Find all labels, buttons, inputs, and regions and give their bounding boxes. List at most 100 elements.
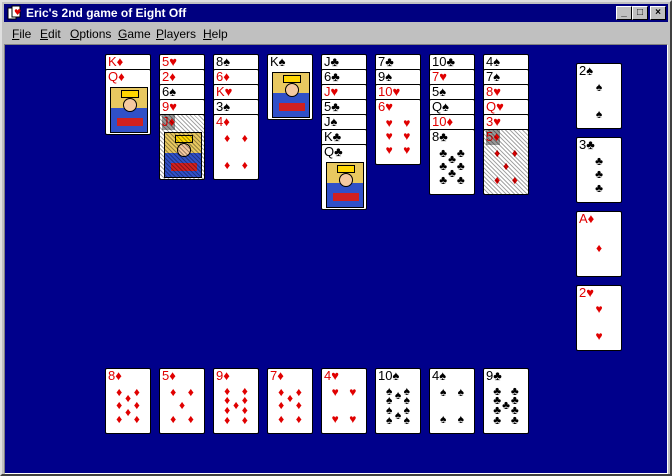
heart-pip-icon: ♥ (331, 384, 339, 399)
club-pip-icon: ♣ (502, 398, 510, 413)
diamond-pip-icon: ♦ (278, 384, 285, 399)
diamond-pip-icon: ♦ (133, 398, 140, 413)
card-index: J♥ (324, 84, 339, 99)
tableau-card[interactable]: 6♥ ♥ ♥ ♥ ♥ ♥ ♥ (375, 99, 421, 165)
menu-options[interactable]: Options (70, 27, 111, 41)
foundation-card[interactable]: A♦ ♦ (576, 211, 622, 277)
card-index: 8♣ (432, 129, 448, 144)
card-index: Q♠ (432, 99, 450, 114)
diamond-pip-icon: ♦ (170, 412, 177, 427)
card-index: 10♦ (432, 114, 454, 129)
diamond-pip-icon: ♦ (494, 173, 501, 188)
card-index: 4♠ (486, 54, 501, 69)
card-index: 5♦ (162, 368, 176, 383)
spade-pip-icon: ♠ (440, 384, 447, 399)
card-index: 2♦ (162, 69, 176, 84)
foundation-card[interactable]: 3♣ ♣ ♣ ♣ (576, 137, 622, 203)
menu-edit[interactable]: Edit (40, 27, 61, 41)
club-pip-icon: ♣ (439, 159, 448, 174)
club-pip-icon: ♣ (448, 152, 456, 167)
minimize-button[interactable]: _ (616, 6, 632, 20)
card-index: 2♠ (579, 63, 594, 78)
reserve-card[interactable]: 9♦ ♦ ♦ ♦ ♦ ♦ ♦ ♦ ♦ ♦ (213, 368, 259, 434)
window-title: Eric's 2nd game of Eight Off (26, 6, 187, 20)
diamond-pip-icon: ♦ (295, 384, 302, 399)
club-pip-icon: ♣ (439, 173, 448, 188)
diamond-pip-icon: ♦ (286, 391, 294, 406)
heart-pip-icon: ♥ (349, 384, 357, 399)
card-index: 7♥ (432, 69, 447, 84)
card-index: 10♣ (432, 54, 455, 69)
card-index: 6♦ (216, 69, 230, 84)
diamond-pip-icon: ♦ (224, 413, 231, 428)
diamond-pip-icon: ♦ (241, 130, 248, 145)
heart-pip-icon: ♥ (349, 412, 357, 427)
tableau-card[interactable]: 5♦ ♦ ♦ ♦ ♦ ♦ (483, 129, 529, 195)
club-pip-icon: ♣ (595, 167, 603, 182)
reserve-card[interactable]: 5♦ ♦ ♦ ♦ ♦ ♦ (159, 368, 205, 434)
reserve-card[interactable]: 4♥ ♥ ♥ ♥ ♥ (321, 368, 367, 434)
title-bar[interactable]: ♥ Eric's 2nd game of Eight Off _ □ × (4, 4, 668, 22)
reserve-card[interactable]: 9♣ ♣ ♣ ♣ ♣ ♣ ♣ ♣ ♣ ♣ (483, 368, 529, 434)
spade-pip-icon: ♠ (394, 408, 402, 423)
reserve-card[interactable]: 7♦ ♦ ♦ ♦ ♦ ♦ ♦ ♦ (267, 368, 313, 434)
tableau-card[interactable]: Q♣ (321, 144, 367, 210)
diamond-pip-icon: ♦ (116, 384, 123, 399)
menu-help[interactable]: Help (203, 27, 228, 41)
app-icon[interactable]: ♥ (6, 5, 22, 21)
menu-players[interactable]: Players (156, 27, 196, 41)
heart-pip-icon: ♥ (595, 301, 603, 316)
card-index: 7♦ (270, 368, 284, 383)
card-index: 9♦ (216, 368, 230, 383)
heart-pip-icon: ♥ (385, 115, 393, 130)
spade-pip-icon: ♠ (403, 413, 410, 428)
tableau-card[interactable]: 8♣ ♣ ♣ ♣ ♣ ♣ ♣ ♣ ♣ (429, 129, 475, 195)
card-index: Q♣ (324, 144, 343, 159)
menu-file[interactable]: File (12, 27, 31, 41)
diamond-pip-icon: ♦ (511, 173, 518, 188)
tableau-card[interactable]: 4♦ ♦ ♦ ♦ ♦ (213, 114, 259, 180)
maximize-button[interactable]: □ (632, 6, 648, 20)
card-index: 8♠ (216, 54, 231, 69)
menu-game[interactable]: Game (118, 27, 151, 41)
card-index: J♣ (324, 54, 340, 69)
spade-pip-icon: ♠ (386, 413, 393, 428)
card-index: 8♥ (486, 84, 501, 99)
close-button[interactable]: × (650, 6, 666, 20)
tableau-card[interactable]: K♠ (267, 54, 313, 120)
foundation-card[interactable]: 2♠ ♠ ♠ (576, 63, 622, 129)
diamond-pip-icon: ♦ (178, 398, 186, 413)
spade-pip-icon: ♠ (595, 79, 603, 94)
card-index: 3♠ (216, 99, 231, 114)
card-index: 4♠ (432, 368, 447, 383)
face-card-art-icon (110, 87, 148, 133)
diamond-pip-icon: ♦ (224, 130, 231, 145)
game-window: ♥ Eric's 2nd game of Eight Off _ □ × Fil… (0, 0, 672, 476)
heart-pip-icon: ♥ (331, 412, 339, 427)
diamond-pip-icon: ♦ (187, 384, 194, 399)
tableau-card[interactable]: J♦ (159, 114, 205, 180)
diamond-pip-icon: ♦ (278, 412, 285, 427)
reserve-card[interactable]: 4♠ ♠ ♠ ♠ ♠ (429, 368, 475, 434)
club-pip-icon: ♣ (456, 173, 465, 188)
diamond-pip-icon: ♦ (511, 145, 518, 160)
foundation-card[interactable]: 2♥ ♥ ♥ (576, 285, 622, 351)
card-index: 6♠ (162, 84, 177, 99)
reserve-card[interactable]: 8♦ ♦ ♦ ♦ ♦ ♦ ♦ ♦ ♦ (105, 368, 151, 434)
heart-pip-icon: ♥ (595, 329, 603, 344)
spade-pip-icon: ♠ (457, 384, 464, 399)
card-index: 7♣ (378, 54, 394, 69)
card-index: J♠ (324, 114, 338, 129)
card-index: 10♠ (378, 368, 400, 383)
card-index: 5♠ (432, 84, 447, 99)
diamond-pip-icon: ♦ (133, 384, 140, 399)
diamond-pip-icon: ♦ (124, 391, 132, 406)
diamond-pip-icon: ♦ (494, 145, 501, 160)
reserve-card[interactable]: 10♠ ♠ ♠ ♠ ♠ ♠ ♠ ♠ ♠ ♠ ♠ (375, 368, 421, 434)
spade-pip-icon: ♠ (394, 388, 402, 403)
tableau-card[interactable]: Q♦ (105, 69, 151, 135)
diamond-pip-icon: ♦ (241, 413, 248, 428)
face-card-art-icon (164, 132, 202, 178)
card-index: 3♥ (486, 114, 501, 129)
heart-pip-icon: ♥ (385, 143, 393, 158)
